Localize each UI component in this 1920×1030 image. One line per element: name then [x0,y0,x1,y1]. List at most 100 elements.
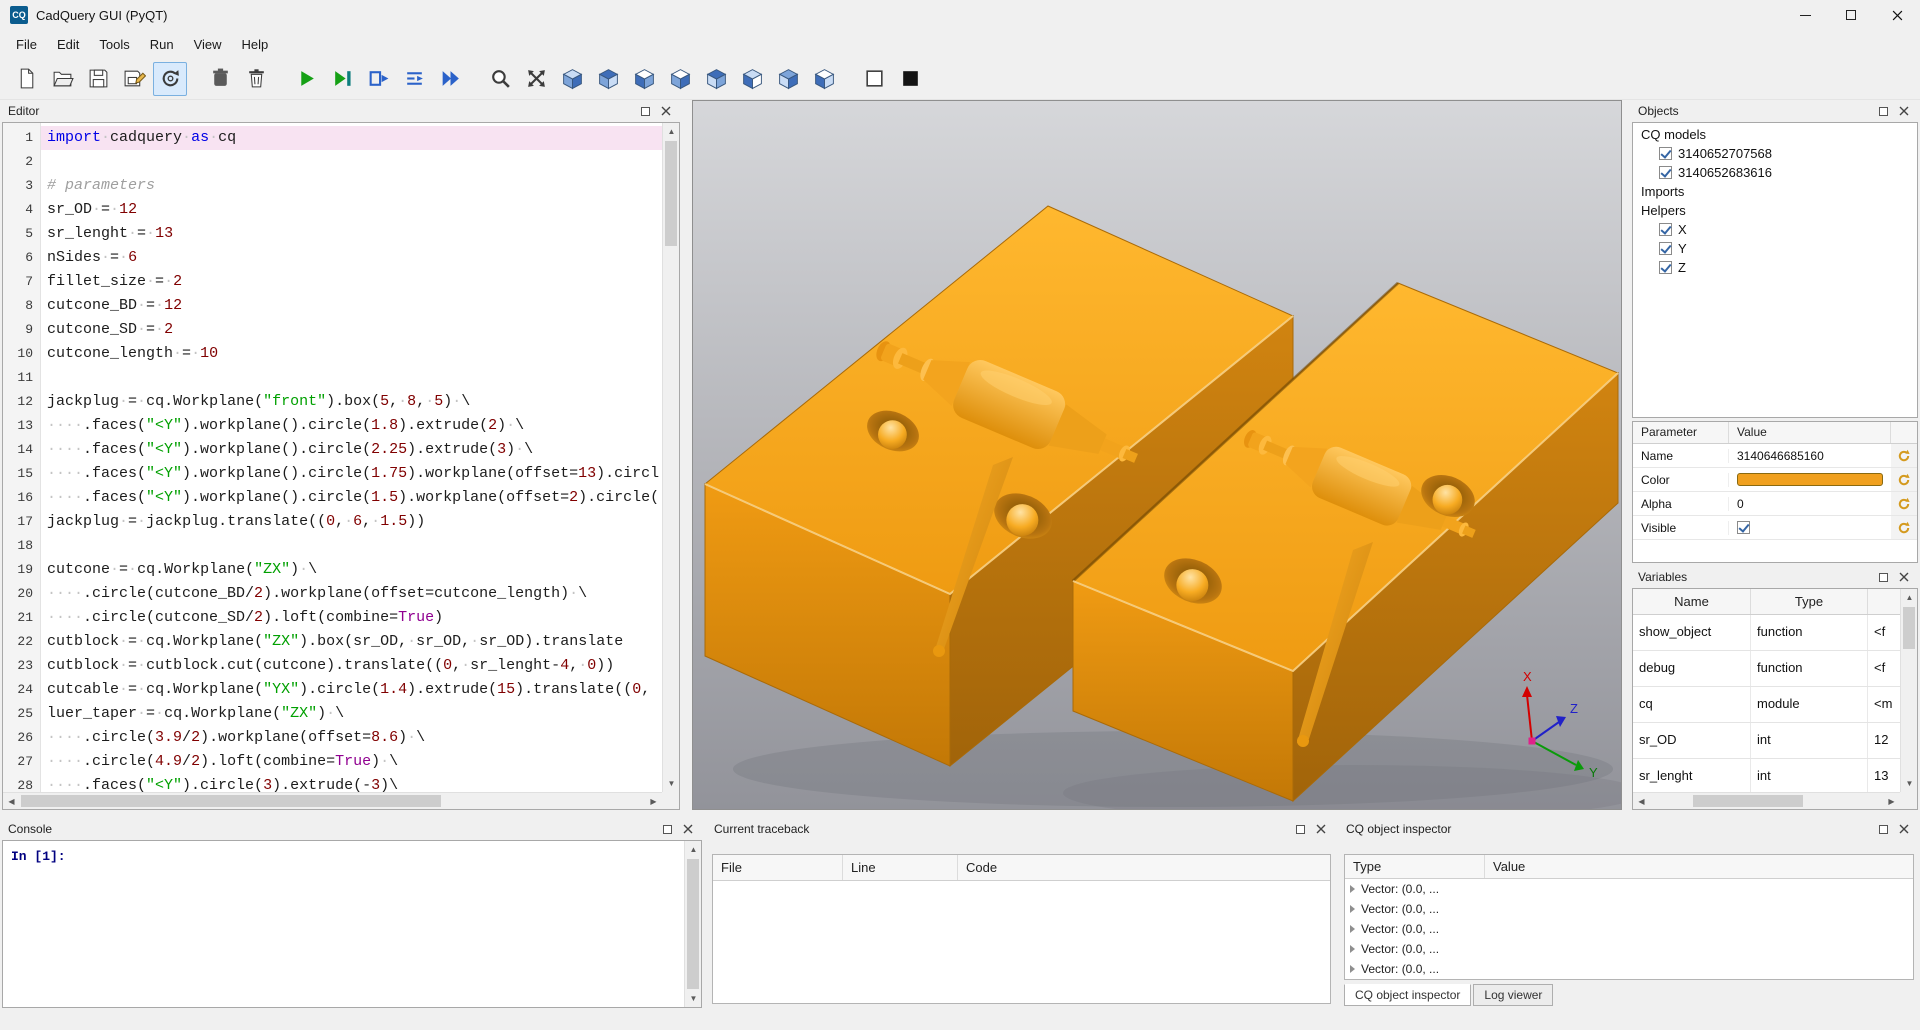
code-line-28[interactable]: ····.faces("<Y").circle(3).extrude(-3)\ [41,774,662,792]
checkbox[interactable] [1659,147,1672,160]
code-line-4[interactable]: sr_OD·=·12 [41,198,662,222]
code-line-10[interactable]: cutcone_length·=·10 [41,342,662,366]
menu-help[interactable]: Help [232,32,279,57]
title-bar[interactable]: CQ CadQuery GUI (PyQT) [0,0,1920,30]
close-button[interactable] [1874,0,1920,30]
inspector-close-button[interactable] [1899,824,1909,834]
code-line-7[interactable]: fillet_size·=·2 [41,270,662,294]
property-row-color[interactable]: Color [1633,468,1917,492]
code-line-19[interactable]: cutcone·=·cq.Workplane("ZX")·\ [41,558,662,582]
code-line-9[interactable]: cutcone_SD·=·2 [41,318,662,342]
step-in-button[interactable] [397,62,431,96]
tree-node-3140652683616[interactable]: 3140652683616 [1633,163,1917,182]
scroll-down-arrow[interactable]: ▼ [685,990,702,1007]
editor-hscrollbar[interactable]: ◀ ▶ [3,792,662,809]
shaded-view-button[interactable] [893,62,927,96]
save-as-script-button[interactable] [117,62,151,96]
wireframe-view-button[interactable] [857,62,891,96]
bottom-view-button[interactable] [807,62,841,96]
code-line-22[interactable]: cutblock·=·cq.Workplane("ZX").box(sr_OD,… [41,630,662,654]
property-value[interactable]: 0 [1729,497,1891,511]
property-row-name[interactable]: Name3140646685160 [1633,444,1917,468]
variables-close-button[interactable] [1899,572,1909,582]
editor-dock-titlebar[interactable]: Editor [2,100,680,122]
expand-arrow-icon[interactable] [1350,885,1355,893]
code-line-20[interactable]: ····.circle(cutcone_BD/2).workplane(offs… [41,582,662,606]
code-line-2[interactable] [41,150,662,174]
code-line-24[interactable]: cutcable·=·cq.Workplane("YX").circle(1.4… [41,678,662,702]
variables-float-button[interactable] [1879,573,1888,582]
delete-all-button[interactable] [239,62,273,96]
code-line-6[interactable]: nSides·=·6 [41,246,662,270]
tree-node-imports[interactable]: Imports [1633,182,1917,201]
right-view-button[interactable] [663,62,697,96]
code-line-17[interactable]: jackplug·=·jackplug.translate((0,·6,·1.5… [41,510,662,534]
expand-arrow-icon[interactable] [1350,945,1355,953]
menu-view[interactable]: View [184,32,232,57]
left-view-button[interactable] [627,62,661,96]
continue-button[interactable] [433,62,467,96]
variable-row-sr-od[interactable]: sr_ODint12 [1633,723,1900,759]
revert-button[interactable] [1891,444,1917,467]
code-line-11[interactable] [41,366,662,390]
inspector-row[interactable]: Vector: (0.0, ... [1345,919,1913,939]
code-line-27[interactable]: ····.circle(4.9/2).loft(combine=True)·\ [41,750,662,774]
inspector-row[interactable]: Vector: (0.0, ... [1345,879,1913,899]
fit-view-button[interactable] [483,62,517,96]
visible-checkbox[interactable] [1737,521,1750,534]
property-row-alpha[interactable]: Alpha0 [1633,492,1917,516]
menu-tools[interactable]: Tools [89,32,139,57]
code-line-3[interactable]: # parameters [41,174,662,198]
open-script-button[interactable] [45,62,79,96]
property-value[interactable]: 3140646685160 [1729,449,1891,463]
variable-row-debug[interactable]: debugfunction<f [1633,651,1900,687]
inspector-float-button[interactable] [1879,825,1888,834]
property-row-visible[interactable]: Visible [1633,516,1917,540]
variables-hscrollbar[interactable]: ◀ ▶ [1633,792,1900,809]
back-view-button[interactable] [735,62,769,96]
revert-button[interactable] [1891,468,1917,491]
top-view-button[interactable] [771,62,805,96]
tree-node-z[interactable]: Z [1633,258,1917,277]
console-float-button[interactable] [663,825,672,834]
code-line-13[interactable]: ····.faces("<Y").workplane().circle(1.8)… [41,414,662,438]
code-editor[interactable]: 1234567891011121314151617181920212223242… [2,122,680,810]
scroll-up-arrow[interactable]: ▲ [663,123,680,140]
menu-edit[interactable]: Edit [47,32,89,57]
inspector-row[interactable]: Vector: (0.0, ... [1345,939,1913,959]
scroll-right-arrow[interactable]: ▶ [1883,793,1900,810]
code-line-1[interactable]: import·cadquery·as·cq [41,126,662,150]
objects-close-button[interactable] [1899,106,1909,116]
property-value[interactable] [1729,473,1891,486]
tree-node-x[interactable]: X [1633,220,1917,239]
tree-node-3140652707568[interactable]: 3140652707568 [1633,144,1917,163]
traceback-close-button[interactable] [1316,824,1326,834]
variables-dock-titlebar[interactable]: Variables [1632,566,1918,588]
console-area[interactable]: In [1]: ▲ ▼ [2,840,702,1008]
inspector-dock-titlebar[interactable]: CQ object inspector [1340,818,1918,840]
variable-row-show-object[interactable]: show_objectfunction<f [1633,615,1900,651]
color-swatch[interactable] [1737,473,1883,486]
traceback-float-button[interactable] [1296,825,1305,834]
code-line-18[interactable] [41,534,662,558]
checkbox[interactable] [1659,242,1672,255]
code-line-16[interactable]: ····.faces("<Y").workplane().circle(1.5)… [41,486,662,510]
scroll-up-arrow[interactable]: ▲ [1901,589,1918,606]
delete-object-button[interactable] [203,62,237,96]
viewport-3d[interactable]: X Z Y [692,100,1622,810]
scroll-left-arrow[interactable]: ◀ [3,793,20,810]
variable-row-cq[interactable]: cqmodule<m [1633,687,1900,723]
autoreload-button[interactable] [153,62,187,96]
editor-code[interactable]: import·cadquery·as·cq # parameterssr_OD·=… [41,123,662,792]
scrollbar-thumb[interactable] [665,141,677,246]
maximize-button[interactable] [1828,0,1874,30]
code-line-23[interactable]: cutblock·=·cutblock.cut(cutcone).transla… [41,654,662,678]
console-vscrollbar[interactable]: ▲ ▼ [684,841,701,1007]
variable-row-sr-lenght[interactable]: sr_lenghtint13 [1633,759,1900,792]
code-line-12[interactable]: jackplug·=·cq.Workplane("front").box(5,·… [41,390,662,414]
scrollbar-thumb[interactable] [1903,607,1915,649]
variables-vscrollbar[interactable]: ▲ ▼ [1900,589,1917,792]
render-button[interactable] [289,62,323,96]
inspector-row[interactable]: Vector: (0.0, ... [1345,959,1913,979]
code-line-25[interactable]: luer_taper·=·cq.Workplane("ZX")·\ [41,702,662,726]
